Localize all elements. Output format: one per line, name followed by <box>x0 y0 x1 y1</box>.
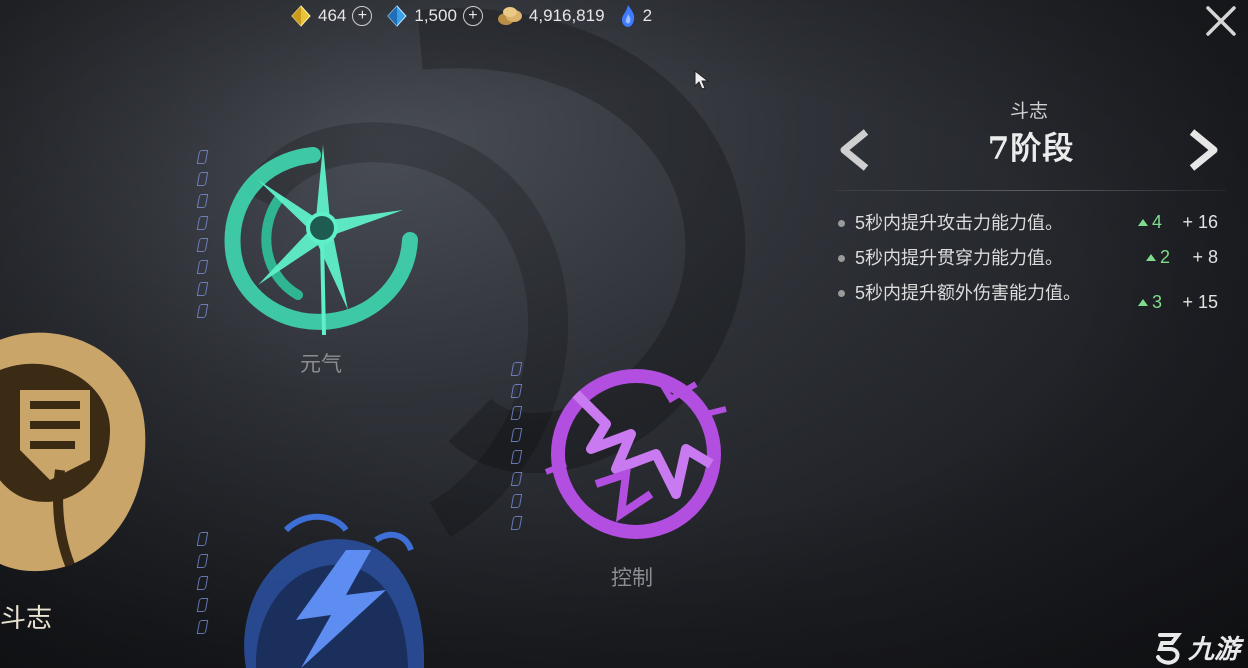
panel-title: 7阶段 <box>987 131 1075 167</box>
currency-value: 2 <box>642 6 653 25</box>
add-blue-gem-button[interactable]: + <box>462 6 483 26</box>
kongzhi-label: 控制 <box>611 567 653 590</box>
panel-subtitle: 斗志 <box>1009 101 1048 122</box>
bullet-icon <box>838 220 845 227</box>
stat-text: 5秒内提升攻击力能力值。 <box>855 213 1064 233</box>
stat-value: + 8 <box>1192 247 1218 267</box>
panel-divider <box>836 190 1226 191</box>
stat-increase: 2 <box>1146 247 1170 268</box>
coin-pile-icon <box>497 7 522 25</box>
douzhi-emblem[interactable] <box>0 310 150 590</box>
stage-panel: 斗志 7阶段 5秒内提升攻击力能力值。 4 + 16 5秒内提升贯穿力能力值。 … <box>836 96 1226 312</box>
watermark-text: 九游 <box>1187 634 1240 664</box>
currency-coins: 4,916,819 <box>497 5 605 27</box>
currency-flame: 2 <box>619 4 652 28</box>
yuanqi-label: 元气 <box>300 353 342 376</box>
currency-value: 464 <box>318 6 347 25</box>
add-gold-gem-button[interactable]: + <box>352 6 373 26</box>
currency-bar: 464 + 1,500 + 4,916,819 2 <box>290 2 652 30</box>
bullet-icon <box>838 255 845 262</box>
stat-row: 5秒内提升攻击力能力值。 4 + 16 <box>836 212 1226 235</box>
kongzhi-skill-node[interactable] <box>536 354 736 554</box>
stat-increase: 4 <box>1138 212 1162 233</box>
bullet-icon <box>838 290 845 297</box>
rune-column-1 <box>196 150 209 318</box>
stat-row: 5秒内提升贯穿力能力值。 2 + 8 <box>836 247 1226 270</box>
rune-column-2 <box>510 362 523 530</box>
next-stage-button[interactable] <box>1186 128 1222 172</box>
stat-value: + 15 <box>1182 292 1218 312</box>
stat-row: 5秒内提升额外伤害能力值。 3 + 15 <box>836 282 1226 312</box>
douzhi-label: 斗志 <box>0 603 53 633</box>
mouse-cursor-icon <box>694 70 710 90</box>
lightning-skill-node[interactable] <box>226 510 436 668</box>
watermark-logo-icon <box>1155 632 1182 665</box>
currency-gold-gem: 464 + <box>290 5 373 27</box>
stat-text: 5秒内提升额外伤害能力值。 <box>855 283 1082 303</box>
yellow-diamond-icon <box>291 5 311 27</box>
stat-list: 5秒内提升攻击力能力值。 4 + 16 5秒内提升贯穿力能力值。 2 + 8 5… <box>836 212 1226 317</box>
stat-increase: 3 <box>1138 292 1162 313</box>
stat-value: + 16 <box>1182 212 1218 232</box>
close-button[interactable] <box>1204 4 1238 38</box>
blue-diamond-icon <box>387 5 408 27</box>
blue-flame-icon <box>621 5 634 27</box>
stat-text: 5秒内提升贯穿力能力值。 <box>855 248 1064 268</box>
yuanqi-skill-node[interactable] <box>218 140 418 340</box>
watermark: 九游 <box>1152 629 1240 666</box>
currency-value: 1,500 <box>414 6 457 25</box>
prev-stage-button[interactable] <box>836 128 872 172</box>
currency-blue-gem: 1,500 + <box>386 5 483 27</box>
rune-column-3 <box>196 532 209 634</box>
currency-value: 4,916,819 <box>528 6 605 25</box>
